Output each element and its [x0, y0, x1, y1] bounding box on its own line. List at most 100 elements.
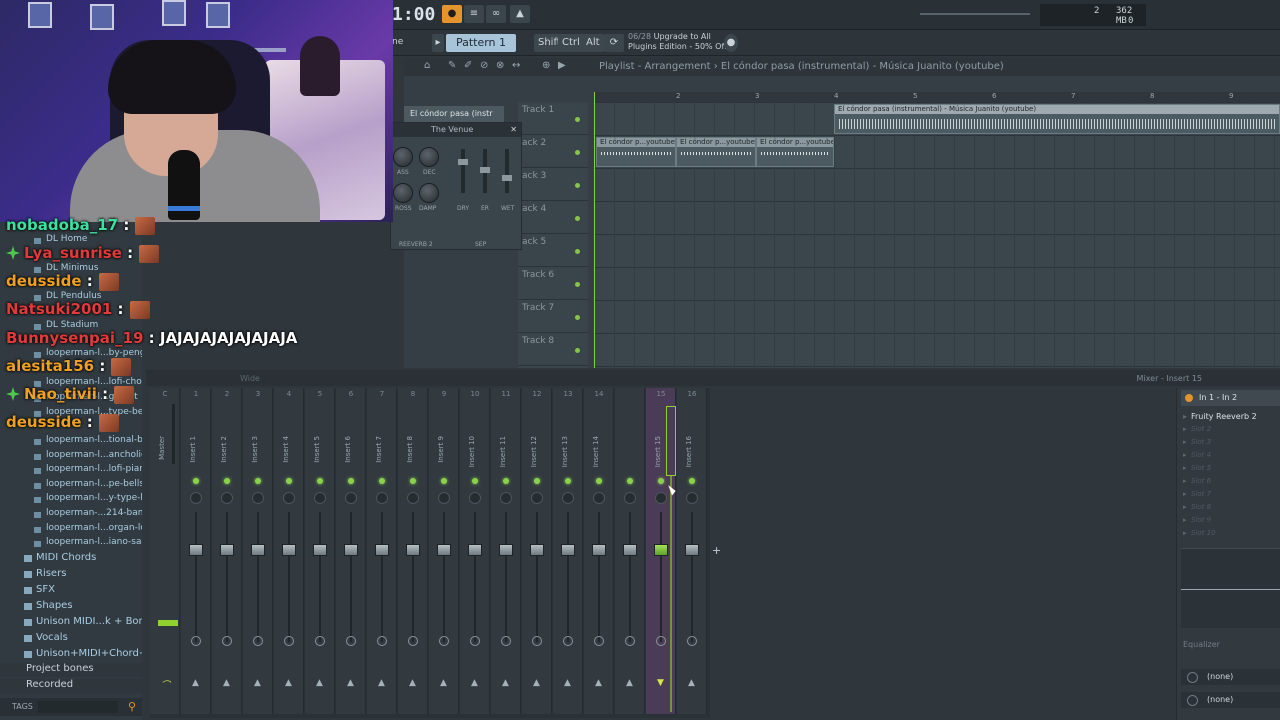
equalizer-graph[interactable] — [1181, 548, 1280, 628]
volume-fader[interactable] — [282, 544, 296, 556]
audio-clip[interactable]: El cóndor p...youtube) — [756, 137, 834, 167]
browser-file[interactable]: looperman-l...pe-bells(1) — [0, 479, 142, 493]
delete-icon[interactable]: ⊘ — [480, 60, 488, 71]
effect-slot[interactable]: Slot 2 — [1181, 425, 1280, 438]
browser-file[interactable]: looperman-l...organ-loop — [0, 523, 142, 537]
mixer-strip[interactable]: 13 Insert 13 ▲ — [553, 388, 583, 714]
brush-icon[interactable]: ✐ — [464, 60, 472, 71]
pan-knob[interactable] — [500, 492, 512, 504]
browser-file[interactable]: looperman-l...ancholic(1) — [0, 450, 142, 464]
output-selector[interactable]: (none) — [1181, 669, 1280, 685]
effect-slot[interactable]: Slot 7 — [1181, 490, 1280, 503]
track-header[interactable]: ack 5 — [518, 234, 588, 267]
browser-file[interactable]: looperman-...214-bambou — [0, 508, 142, 522]
pan-knob[interactable] — [283, 492, 295, 504]
alt-button[interactable]: Alt — [582, 34, 604, 52]
mixer-strip[interactable]: 4 Insert 4 ▲ — [274, 388, 304, 714]
volume-fader[interactable] — [251, 544, 265, 556]
knob[interactable] — [419, 183, 439, 203]
pan-knob[interactable] — [531, 492, 543, 504]
send-knob[interactable] — [656, 636, 666, 646]
route-icon[interactable]: ▲ — [347, 678, 354, 688]
mute-led[interactable] — [534, 478, 540, 484]
pan-knob[interactable] — [593, 492, 605, 504]
mute-led[interactable] — [441, 478, 447, 484]
send-knob[interactable] — [687, 636, 697, 646]
er-fader[interactable] — [480, 149, 490, 193]
route-icon[interactable]: ▲ — [626, 678, 633, 688]
pan-knob[interactable] — [252, 492, 264, 504]
record-icon[interactable]: ● — [442, 5, 462, 23]
track-header[interactable]: ack 2 — [518, 135, 588, 168]
volume-fader[interactable] — [375, 544, 389, 556]
pan-knob[interactable] — [655, 492, 667, 504]
route-icon[interactable]: ▲ — [533, 678, 540, 688]
route-icon[interactable]: ⌒ — [161, 678, 170, 691]
slip-icon[interactable]: ↔ — [512, 60, 520, 71]
route-icon[interactable]: ▲ — [285, 678, 292, 688]
browser-folder[interactable]: Shapes — [0, 600, 142, 614]
metronome-icon[interactable]: ▲ — [510, 5, 530, 23]
mute-icon[interactable]: ⊗ — [496, 60, 504, 71]
route-icon[interactable]: ▲ — [595, 678, 602, 688]
pan-knob[interactable] — [407, 492, 419, 504]
route-icon[interactable]: ▲ — [223, 678, 230, 688]
effect-slot[interactable]: Fruity Reeverb 2 — [1181, 412, 1280, 425]
send-knob[interactable] — [501, 636, 511, 646]
volume-fader[interactable] — [499, 544, 513, 556]
track-led-icon[interactable] — [575, 282, 580, 287]
send-knob[interactable] — [532, 636, 542, 646]
pan-knob[interactable] — [190, 492, 202, 504]
pencil-icon[interactable]: ✎ — [448, 60, 456, 71]
track-led-icon[interactable] — [575, 249, 580, 254]
mixer-strip[interactable]: 1 Insert 1 ▲ — [181, 388, 211, 714]
close-icon[interactable]: ✕ — [510, 123, 517, 137]
send-knob[interactable] — [222, 636, 232, 646]
play-icon[interactable]: ▶ — [558, 60, 566, 71]
output-selector[interactable]: (none) — [1181, 692, 1280, 708]
browser-folder[interactable]: MIDI Chords — [0, 552, 142, 566]
route-icon[interactable]: ▼ — [657, 678, 664, 688]
browser-root[interactable]: Recorded — [0, 679, 142, 693]
track-header[interactable]: ack 4 — [518, 201, 588, 234]
effect-slot[interactable]: Slot 5 — [1181, 464, 1280, 477]
route-icon[interactable]: ▲ — [502, 678, 509, 688]
mixer-strip[interactable]: 6 Insert 6 ▲ — [336, 388, 366, 714]
effect-slot[interactable]: Slot 3 — [1181, 438, 1280, 451]
magnet-icon[interactable]: ⌂ — [424, 60, 430, 71]
mixer-strip[interactable]: 2 Insert 2 ▲ — [212, 388, 242, 714]
track-led-icon[interactable] — [575, 117, 580, 122]
pattern-selector[interactable]: Pattern 1 — [446, 34, 516, 52]
send-knob[interactable] — [253, 636, 263, 646]
audio-clip[interactable]: El cóndor pasa (instrumental) - Música J… — [834, 104, 1280, 134]
send-knob[interactable] — [439, 636, 449, 646]
pan-knob[interactable] — [469, 492, 481, 504]
mixer-strip[interactable]: 5 Insert 5 ▲ — [305, 388, 335, 714]
master-volume-slider[interactable] — [920, 13, 1030, 15]
effect-slot[interactable]: Slot 6 — [1181, 477, 1280, 490]
browser-folder[interactable]: Vocals — [0, 632, 142, 646]
send-knob[interactable] — [408, 636, 418, 646]
zoom-icon[interactable]: ⊕ — [542, 60, 550, 71]
route-icon[interactable]: ▲ — [254, 678, 261, 688]
effect-slot[interactable]: Slot 8 — [1181, 503, 1280, 516]
browser-file[interactable]: looperman-l...y-type-bells — [0, 493, 142, 507]
add-insert-icon[interactable]: + — [712, 544, 721, 557]
mixer-strip[interactable]: 3 Insert 3 ▲ — [243, 388, 273, 714]
track-led-icon[interactable] — [575, 315, 580, 320]
audio-clip[interactable]: El cóndor p...youtube) — [676, 137, 756, 167]
volume-fader[interactable] — [530, 544, 544, 556]
send-knob[interactable] — [284, 636, 294, 646]
track-header[interactable]: Track 6 — [518, 267, 588, 300]
browser-folder[interactable]: SFX — [0, 584, 142, 598]
pan-knob[interactable] — [314, 492, 326, 504]
track-led-icon[interactable] — [575, 150, 580, 155]
arrangement-grid[interactable]: El cóndor pasa (instrumental) - Música J… — [594, 102, 1280, 368]
mixer-strip[interactable]: 9 Insert 9 ▲ — [429, 388, 459, 714]
route-icon[interactable]: ▲ — [409, 678, 416, 688]
volume-fader[interactable] — [468, 544, 482, 556]
volume-fader[interactable] — [220, 544, 234, 556]
mute-led[interactable] — [286, 478, 292, 484]
mixer-strip[interactable]: 8 Insert 8 ▲ — [398, 388, 428, 714]
send-knob[interactable] — [377, 636, 387, 646]
